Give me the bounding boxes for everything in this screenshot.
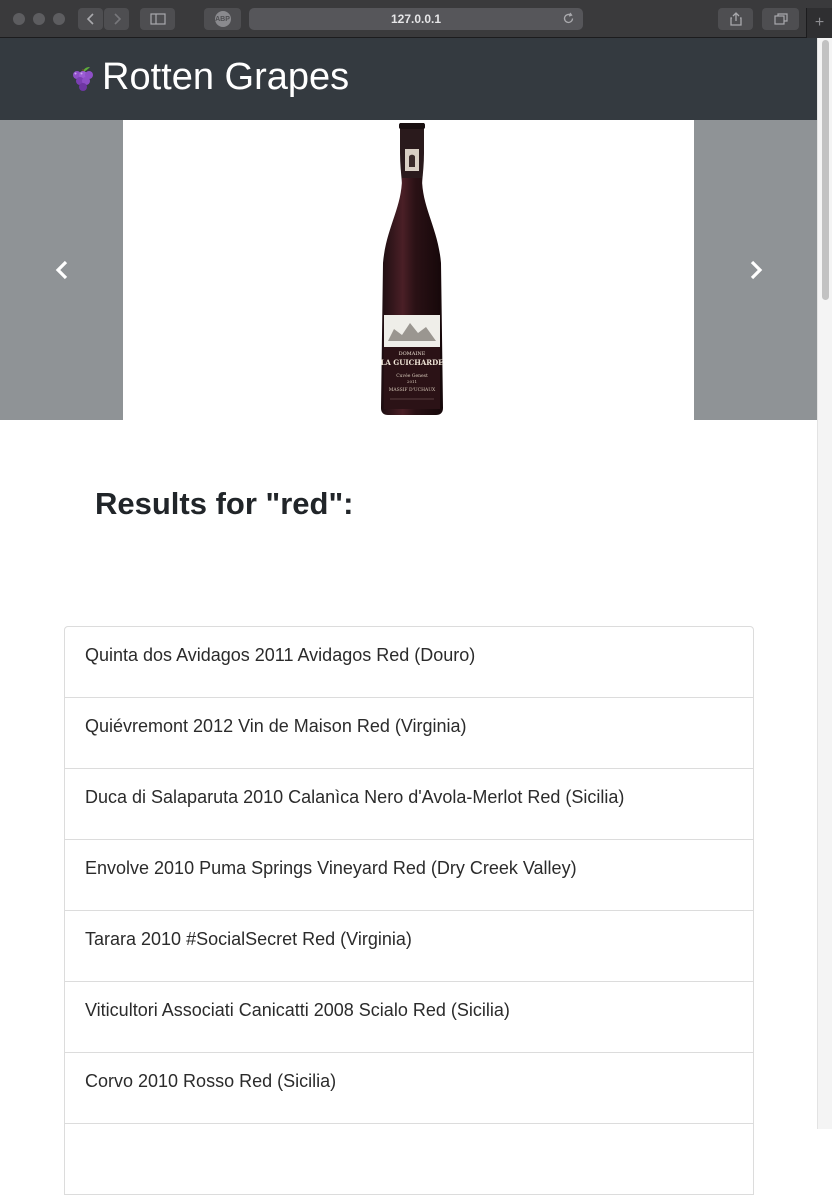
address-bar[interactable]: 127.0.0.1 bbox=[249, 8, 583, 30]
list-item[interactable]: Duca di Salaparuta 2010 Calanìca Nero d'… bbox=[64, 769, 754, 840]
sidebar-button[interactable] bbox=[140, 8, 175, 30]
brand-link[interactable]: Rotten Grapes bbox=[70, 52, 349, 102]
carousel-prev-button[interactable] bbox=[0, 120, 123, 420]
forward-button[interactable] bbox=[104, 8, 129, 30]
scrollbar-thumb[interactable] bbox=[822, 40, 829, 300]
url-text: 127.0.0.1 bbox=[390, 12, 442, 26]
minimize-window-button[interactable] bbox=[33, 13, 45, 25]
new-tab-button[interactable]: + bbox=[806, 8, 832, 38]
browser-toolbar: ABP 127.0.0.1 + bbox=[0, 0, 832, 38]
list-item[interactable]: Corvo 2010 Rosso Red (Sicilia) bbox=[64, 1053, 754, 1124]
carousel-slide: DOMAINE LA GUICHARDE Cuvée Genest 2011 M… bbox=[123, 120, 694, 420]
bottle-label-line3: Cuvée Genest bbox=[396, 372, 428, 379]
list-item[interactable]: Envolve 2010 Puma Springs Vineyard Red (… bbox=[64, 840, 754, 911]
sidebar-icon bbox=[149, 13, 166, 25]
page-scrollbar[interactable] bbox=[817, 38, 832, 1129]
chevron-right-icon bbox=[113, 13, 121, 25]
zoom-window-button[interactable] bbox=[53, 13, 65, 25]
brand-title: Rotten Grapes bbox=[102, 56, 350, 98]
bottle-label-line2: LA GUICHARDE bbox=[381, 358, 444, 367]
tabs-overview-button[interactable] bbox=[762, 8, 799, 30]
results-heading: Results for "red": bbox=[95, 486, 354, 521]
bottle-label-line5: MASSIF D'UCHAUX bbox=[389, 387, 436, 393]
list-item[interactable]: Quiévremont 2012 Vin de Maison Red (Virg… bbox=[64, 698, 754, 769]
plus-icon: + bbox=[814, 14, 825, 31]
wine-carousel: DOMAINE LA GUICHARDE Cuvée Genest 2011 M… bbox=[0, 120, 817, 420]
list-item[interactable] bbox=[64, 1124, 754, 1195]
share-button[interactable] bbox=[718, 8, 753, 30]
tabs-icon bbox=[773, 13, 788, 25]
wine-bottle-image: DOMAINE LA GUICHARDE Cuvée Genest 2011 M… bbox=[381, 123, 444, 415]
back-button[interactable] bbox=[78, 8, 103, 30]
carousel-next-button[interactable] bbox=[694, 120, 817, 420]
adblock-button[interactable]: ABP bbox=[204, 8, 241, 30]
navbar: Rotten Grapes bbox=[0, 38, 817, 120]
list-item[interactable]: Quinta dos Avidagos 2011 Avidagos Red (D… bbox=[64, 626, 754, 698]
chevron-left-icon bbox=[86, 13, 94, 25]
share-icon bbox=[729, 12, 742, 26]
reload-icon[interactable] bbox=[562, 12, 575, 28]
chevron-right-icon bbox=[750, 260, 762, 280]
list-item[interactable]: Viticultori Associati Canicatti 2008 Sci… bbox=[64, 982, 754, 1053]
bottle-label-line1: DOMAINE bbox=[399, 351, 426, 357]
chevron-left-icon bbox=[55, 260, 67, 280]
close-window-button[interactable] bbox=[13, 13, 25, 25]
results-list: Quinta dos Avidagos 2011 Avidagos Red (D… bbox=[64, 626, 754, 1195]
bottle-label-line4: 2011 bbox=[407, 379, 417, 384]
grape-icon bbox=[73, 67, 93, 91]
adblock-icon: ABP bbox=[214, 11, 231, 27]
list-item[interactable]: Tarara 2010 #SocialSecret Red (Virginia) bbox=[64, 911, 754, 982]
